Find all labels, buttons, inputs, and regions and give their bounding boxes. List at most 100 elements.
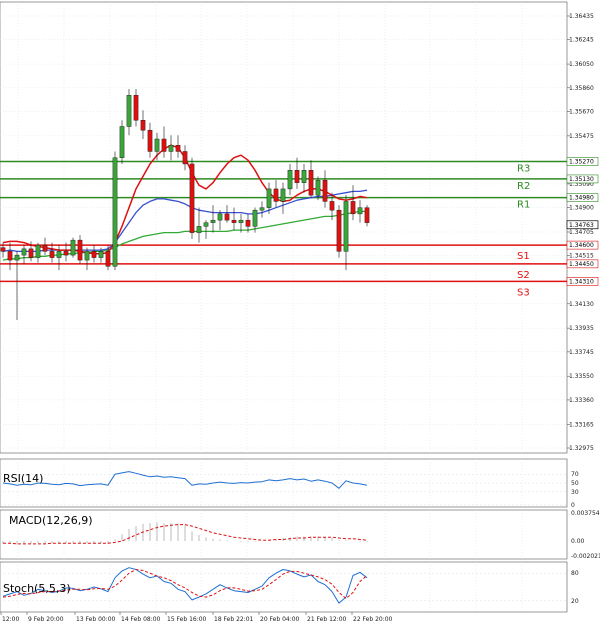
stoch-tick-label: 20 [571,598,579,605]
candle-body [70,239,76,256]
candle-body [112,157,118,267]
candle-body [63,251,69,256]
candle-body [105,251,111,267]
candle-body [189,163,195,233]
candle-body [196,226,202,233]
candle-body [210,219,216,223]
price-tick-label: 1.33550 [569,373,594,380]
candle-body [133,95,139,121]
candle-body [98,251,104,258]
x-tick-label: 9 Feb 20:00 [28,616,64,623]
candle-body [259,207,265,211]
candle-body [336,209,342,252]
rsi-tick-label: 30 [571,489,579,496]
candle-body [266,188,272,208]
candle-body [245,219,251,227]
level-label-r3: R3 [517,163,530,174]
candle-body [343,201,349,252]
level-label-r2: R2 [517,181,530,192]
candle-body [21,248,27,256]
candle-body [315,179,321,196]
x-tick-label: 13 Feb 00:00 [76,616,116,623]
macd-tick-label: 0.00 [571,538,585,545]
candle-body [0,247,6,252]
price-tick-label: 1.34515 [569,253,594,260]
candle-body [91,251,97,258]
x-tick-label: 22 Feb 20:00 [353,616,393,623]
x-axis: 12:00 9 Feb 20:00 13 Feb 00:00 14 Feb 08:00… [0,612,393,623]
x-tick-label: 18 Feb 22:01 [214,616,254,623]
candle-body [7,251,13,261]
price-tick-label: 1.34900 [569,205,594,212]
candle-body [287,169,293,190]
price-tick-label: 1.32975 [569,445,594,452]
level-label-s1: S1 [517,251,530,262]
candle [112,151,118,271]
x-tick-label: 20 Feb 04:00 [260,616,300,623]
candle-body [182,151,188,165]
candle-body [140,120,146,131]
candle [70,237,76,258]
rsi-tick-label: 70 [571,471,579,478]
price-frame [0,1,568,454]
macd-tick-label: 0.003754 [571,510,600,517]
rsi-pane: 70 50 30 0 RSI(14) [0,458,579,509]
macd-tick-label: -0.002021 [571,553,600,560]
candle-body [28,248,34,258]
candle-body [350,201,356,215]
candle-body [49,251,55,258]
candle-body [77,239,83,261]
x-tick-label: 15 Feb 16:00 [167,616,207,623]
level-value: 1.35130 [569,176,594,183]
candle-body [154,138,160,152]
stoch-pane: 80 20 Stoch(5,5,3) [0,561,579,613]
macd-title: MACD(12,26,9) [9,514,93,527]
forex-chart: 1.36435 1.36245 1.36050 1.35860 1.35670 1.354… [0,1,600,623]
price-tick-label: 1.33745 [569,349,594,356]
candle-body [203,222,209,227]
level-label-r1: R1 [517,200,530,211]
price-tick-label: 1.35860 [569,85,594,92]
macd-pane: 0.003754 0.00 -0.002021 MACD(12,26,9) [0,509,600,560]
candle-body [42,244,48,252]
candle-body [14,254,20,261]
candle-body [231,219,237,223]
candle-body [119,126,125,158]
price-tick-label: 1.33360 [569,397,594,404]
candle-body [161,138,167,152]
stoch-title: Stoch(5,5,3) [3,582,71,595]
price-tick-label: 1.33165 [569,421,594,428]
price-tick-label: 1.35670 [569,109,594,116]
candle-body [294,169,300,183]
price-tick-label: 1.34130 [569,301,594,308]
rsi-tick-label: 0 [571,502,575,509]
price-pane: 1.36435 1.36245 1.36050 1.35860 1.35670 1.354… [0,1,599,454]
stoch-tick-label: 80 [571,570,579,577]
candle-body [168,145,174,152]
price-tick-label: 1.34705 [569,229,594,236]
level-label-s3: S3 [517,287,530,298]
level-value: 1.35270 [569,158,594,165]
price-tick-label: 1.35475 [569,133,594,140]
candle-body [56,251,62,258]
level-label-s2: S2 [517,270,530,281]
candle-body [273,188,279,202]
candle-body [217,213,223,221]
level-value: 1.34450 [569,261,594,268]
level-value: 1.34600 [569,242,594,249]
price-tick-label: 1.36435 [569,13,594,20]
candle-body [280,188,286,202]
price-tick-label: 1.36050 [569,61,594,68]
candle-body [364,207,370,223]
candle-body [252,209,258,227]
rsi-tick-label: 50 [571,480,579,487]
x-tick-label: 12:00 [2,616,19,623]
candle-body [224,213,230,221]
price-tick-label: 1.36245 [569,37,594,44]
candle-body [35,244,41,258]
candle-body [329,201,335,211]
candle-body [322,179,328,202]
candle-body [357,207,363,215]
x-tick-label: 21 Feb 12:00 [307,616,347,623]
candle-body [84,251,90,261]
